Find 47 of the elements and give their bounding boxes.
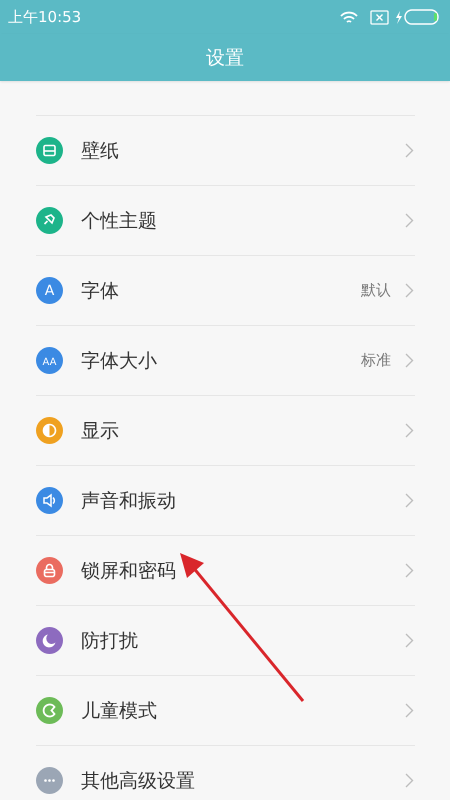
sim-icon [370, 10, 389, 24]
item-label: 字体大小 [81, 348, 158, 374]
item-label: 个性主题 [81, 208, 158, 234]
chevron-icon [405, 563, 414, 578]
c-shape-icon [36, 697, 63, 724]
screen-title: 设置 [206, 46, 244, 70]
chevron-icon [405, 143, 414, 158]
battery-icon [404, 9, 440, 25]
item-label: 显示 [81, 418, 120, 444]
item-value: 标准 [361, 351, 391, 370]
settings-item[interactable]: 壁纸 [36, 116, 415, 186]
picture-frame-icon [36, 137, 63, 164]
speaker-icon [36, 487, 63, 514]
settings-item[interactable]: 个性主题 [36, 186, 415, 256]
settings-item[interactable]: AA 字体大小 标准 [36, 326, 415, 396]
half-circle-icon [36, 417, 63, 444]
item-label: 防打扰 [81, 628, 139, 654]
chevron-icon [405, 703, 414, 718]
lock-icon [36, 557, 63, 584]
chevron-icon [405, 283, 414, 298]
settings-item[interactable]: 防打扰 [36, 606, 415, 676]
item-label: 其他高级设置 [81, 768, 196, 794]
settings-item[interactable]: 声音和振动 [36, 466, 415, 536]
chevron-icon [405, 633, 414, 648]
letter-icon: A [36, 277, 63, 304]
more-icon [36, 767, 63, 794]
chevron-icon [405, 773, 414, 788]
chevron-icon [405, 353, 414, 368]
charging-icon [395, 10, 402, 24]
settings-item[interactable]: 其他高级设置 [36, 746, 415, 800]
chevron-icon [405, 423, 414, 438]
chevron-icon [405, 493, 414, 508]
brush-icon [36, 207, 63, 234]
item-value: 默认 [361, 281, 391, 300]
item-label: 字体 [81, 278, 120, 304]
item-label: 壁纸 [81, 138, 120, 164]
item-label: 儿童模式 [81, 698, 158, 724]
settings-item[interactable]: 显示 [36, 396, 415, 466]
moon-icon [36, 627, 63, 654]
letter-icon: AA [36, 347, 63, 374]
settings-item[interactable]: 儿童模式 [36, 676, 415, 746]
status-time: 上午10:53 [8, 8, 82, 26]
settings-item[interactable]: A 字体 默认 [36, 256, 415, 326]
wifi-icon [340, 10, 358, 24]
item-label: 锁屏和密码 [81, 558, 177, 584]
item-label: 声音和振动 [81, 488, 177, 514]
chevron-icon [405, 213, 414, 228]
